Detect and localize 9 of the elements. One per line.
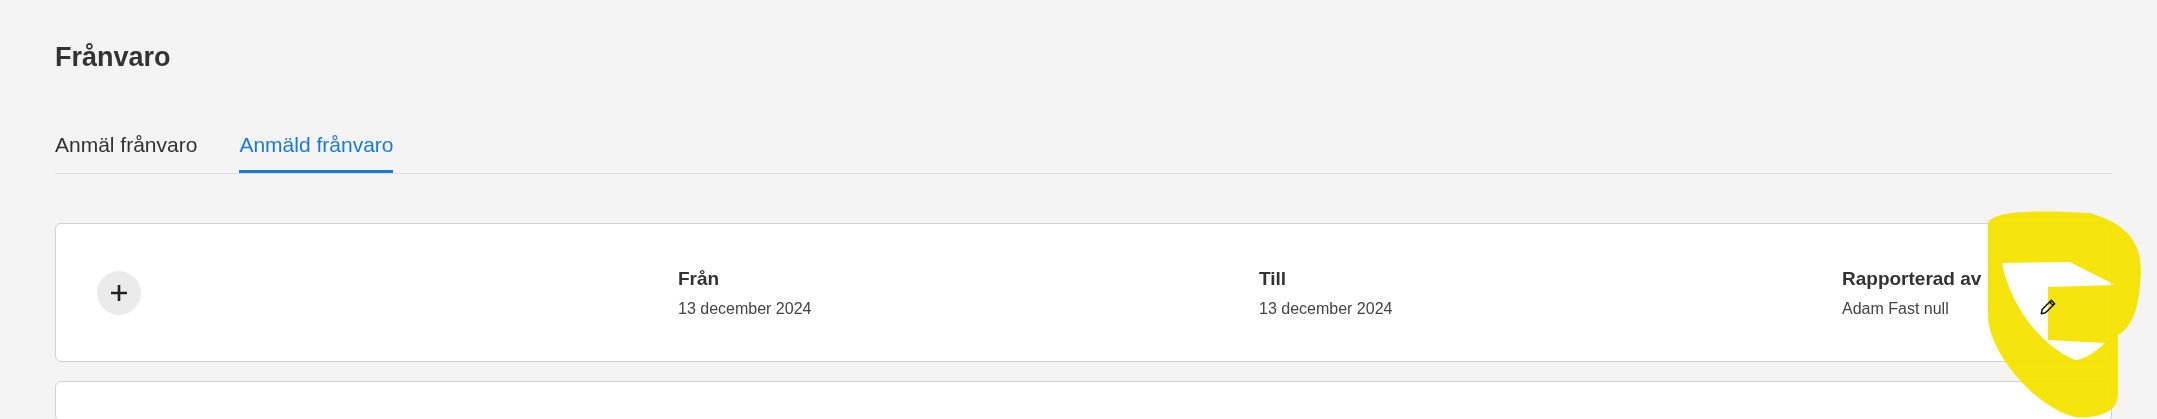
tab[interactable]: Anmäld frånvaro bbox=[239, 130, 394, 173]
field-label: Rapporterad av bbox=[1842, 266, 1982, 291]
page-title: Frånvaro bbox=[55, 41, 172, 74]
field-label: Till bbox=[1259, 266, 1288, 291]
tab[interactable]: Anmäl frånvaro bbox=[55, 130, 198, 173]
field-value: 13 december 2024 bbox=[1259, 298, 1394, 319]
field-label: Från bbox=[678, 266, 721, 291]
field-value: 13 december 2024 bbox=[678, 298, 813, 319]
field-value: Adam Fast null bbox=[1842, 298, 1950, 319]
